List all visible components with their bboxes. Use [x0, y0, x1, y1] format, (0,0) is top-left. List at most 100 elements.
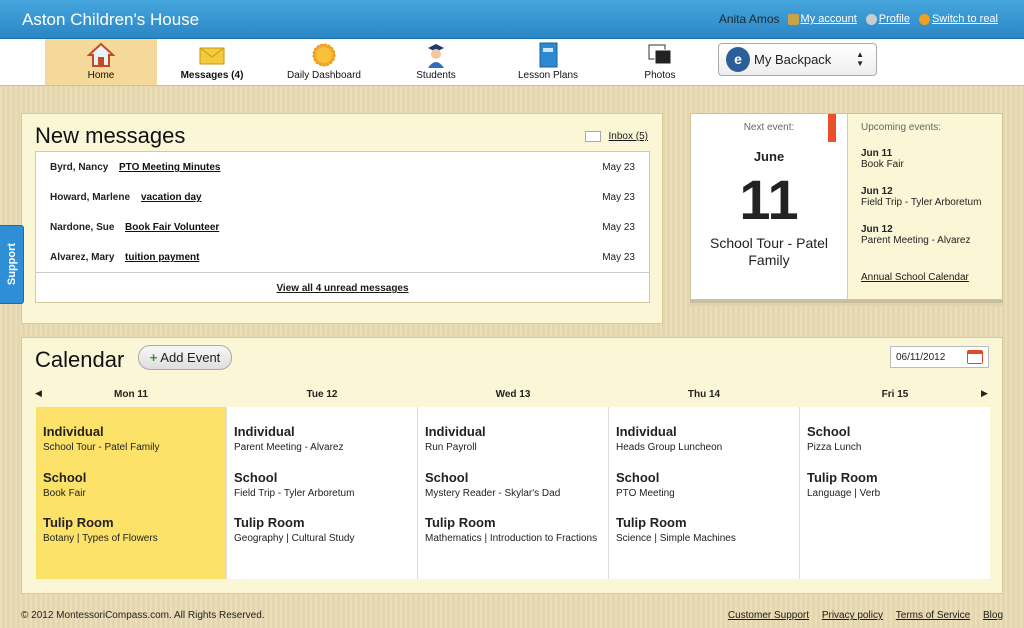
next-event-title: School Tour - Patel Family: [709, 235, 829, 268]
upcoming-events: Upcoming events: Jun 11 Book Fair Jun 12…: [861, 122, 1001, 283]
calendar-event[interactable]: Individual Parent Meeting - Alvarez: [234, 424, 414, 453]
nav-messages[interactable]: Messages (4): [156, 39, 268, 85]
my-backpack-select[interactable]: e My Backpack ▲ ▼: [718, 43, 877, 76]
day-header: Wed 13: [495, 389, 531, 400]
add-event-button[interactable]: + Add Event: [138, 345, 232, 370]
copyright-text: © 2012 MontessoriCompass.com. All Rights…: [21, 610, 265, 621]
privacy-policy-link[interactable]: Privacy policy: [822, 610, 883, 621]
messages-panel: New messages Inbox (5) Byrd, Nancy PTO M…: [21, 113, 663, 324]
message-subject-link[interactable]: tuition payment: [125, 252, 199, 263]
message-row[interactable]: Howard, Marlene vacation day May 23: [36, 182, 649, 212]
bookmark-ribbon-icon: [828, 114, 836, 142]
message-date: May 23: [602, 222, 635, 233]
day-header: Tue 12: [306, 389, 338, 400]
upcoming-event-date: Jun 12: [861, 186, 893, 197]
events-panel: Next event: June 11 School Tour - Patel …: [690, 113, 1003, 300]
calendar-event[interactable]: School Field Trip - Tyler Arboretum: [234, 470, 414, 499]
calendar-event[interactable]: School PTO Meeting: [616, 470, 796, 499]
message-sender: Nardone, Sue: [50, 222, 115, 233]
nav-daily-dashboard[interactable]: Daily Dashboard: [268, 39, 380, 85]
upcoming-label: Upcoming events:: [861, 122, 942, 133]
day-header: Thu 14: [687, 389, 721, 400]
annual-calendar-link[interactable]: Annual School Calendar: [861, 272, 969, 283]
sun-icon: [312, 43, 336, 67]
calendar-icon[interactable]: [967, 350, 983, 364]
nav-students[interactable]: Students: [380, 39, 492, 85]
day-column-wed[interactable]: Individual Run Payroll School Mystery Read…: [418, 407, 609, 579]
footer-links: Customer Support Privacy policy Terms of…: [718, 610, 1003, 621]
message-date: May 23: [602, 162, 635, 173]
calendar-panel: Calendar + Add Event 06/11/2012 ◀ ▶ Mon 1…: [21, 337, 1003, 594]
select-arrows-icon: ▲ ▼: [856, 50, 864, 68]
calendar-event[interactable]: Tulip Room Science | Simple Machines: [616, 515, 796, 544]
date-picker-field[interactable]: 06/11/2012: [890, 346, 989, 368]
message-date: May 23: [602, 192, 635, 203]
next-event-month: June: [753, 149, 785, 164]
upcoming-event-name: Book Fair: [861, 159, 904, 170]
message-date: May 23: [602, 252, 635, 263]
calendar-event[interactable]: Tulip Room Botany | Types of Flowers: [43, 515, 223, 544]
envelope-icon: [199, 47, 225, 65]
day-column-mon[interactable]: Individual School Tour - Patel Family Sch…: [36, 407, 227, 579]
day-column-tue[interactable]: Individual Parent Meeting - Alvarez Schoo…: [227, 407, 418, 579]
calendar-event[interactable]: School Pizza Lunch: [807, 424, 987, 453]
calendar-event[interactable]: Individual Run Payroll: [425, 424, 605, 453]
lock-icon: [787, 13, 799, 25]
message-sender: Byrd, Nancy: [50, 162, 109, 173]
nav-photos[interactable]: Photos: [604, 39, 716, 85]
calendar-event[interactable]: Individual Heads Group Luncheon: [616, 424, 796, 453]
envelope-icon: [584, 131, 601, 142]
photos-icon: [648, 44, 672, 65]
message-subject-link[interactable]: PTO Meeting Minutes: [119, 162, 221, 173]
upcoming-event: Jun 12 Parent Meeting - Alvarez: [861, 224, 1001, 246]
calendar-event[interactable]: Tulip Room Geography | Cultural Study: [234, 515, 414, 544]
home-icon: [87, 42, 115, 67]
day-header: Mon 11: [114, 389, 148, 400]
upcoming-event: Jun 12 Field Trip - Tyler Arboretum: [861, 186, 1001, 208]
upcoming-event: Jun 11 Book Fair: [861, 148, 1001, 170]
graduate-icon: [428, 44, 444, 68]
upcoming-event-name: Field Trip - Tyler Arboretum: [861, 197, 982, 208]
upcoming-event-name: Parent Meeting - Alvarez: [861, 235, 971, 246]
support-tab[interactable]: Support: [0, 225, 24, 304]
upcoming-event-date: Jun 12: [861, 224, 893, 235]
message-subject-link[interactable]: vacation day: [141, 192, 202, 203]
school-name: Aston Children's House: [22, 10, 200, 29]
next-event-label: Next event:: [743, 122, 795, 133]
messages-footer: View all 4 unread messages: [36, 272, 649, 302]
message-row[interactable]: Alvarez, Mary tuition payment May 23: [36, 242, 649, 272]
top-bar: Aston Children's House Anita Amos My acc…: [0, 0, 1024, 39]
message-sender: Alvarez, Mary: [50, 252, 115, 263]
next-event-day: 11: [739, 168, 799, 231]
inbox-link[interactable]: Inbox (5): [584, 131, 648, 142]
calendar-event[interactable]: School Book Fair: [43, 470, 223, 499]
calendar-event[interactable]: Individual School Tour - Patel Family: [43, 424, 223, 453]
day-header: Fri 15: [881, 389, 909, 400]
plus-icon: +: [149, 350, 158, 365]
user-name: Anita Amos: [718, 12, 780, 26]
switch-to-real-link[interactable]: Switch to real: [918, 13, 998, 25]
day-column-fri[interactable]: School Pizza Lunch Tulip Room Language | V…: [800, 407, 990, 579]
messages-list: Byrd, Nancy PTO Meeting Minutes May 23 H…: [35, 151, 650, 303]
next-event-card: Next event: June 11 School Tour - Patel …: [691, 114, 848, 299]
gear-icon: [865, 13, 877, 25]
day-column-thu[interactable]: Individual Heads Group Luncheon School PTO…: [609, 407, 800, 579]
message-row[interactable]: Byrd, Nancy PTO Meeting Minutes May 23: [36, 152, 649, 182]
calendar-event[interactable]: Tulip Room Language | Verb: [807, 470, 987, 499]
profile-link[interactable]: Profile: [865, 13, 910, 25]
message-row[interactable]: Nardone, Sue Book Fair Volunteer May 23: [36, 212, 649, 242]
book-icon: [539, 42, 558, 68]
blog-link[interactable]: Blog: [983, 610, 1003, 621]
calendar-title: Calendar: [35, 347, 125, 372]
message-subject-link[interactable]: Book Fair Volunteer: [125, 222, 219, 233]
message-sender: Howard, Marlene: [50, 192, 131, 203]
terms-of-service-link[interactable]: Terms of Service: [896, 610, 970, 621]
customer-support-link[interactable]: Customer Support: [728, 610, 809, 621]
calendar-event[interactable]: Tulip Room Mathematics | Introduction to …: [425, 515, 605, 544]
my-account-link[interactable]: My account: [787, 13, 857, 25]
view-all-messages-link[interactable]: View all 4 unread messages: [276, 283, 408, 294]
nav-home[interactable]: Home: [45, 39, 157, 85]
calendar-event[interactable]: School Mystery Reader - Skylar's Dad: [425, 470, 605, 499]
nav-lesson-plans[interactable]: Lesson Plans: [492, 39, 604, 85]
user-menu: Anita Amos My account Profile Switch to …: [719, 12, 998, 26]
